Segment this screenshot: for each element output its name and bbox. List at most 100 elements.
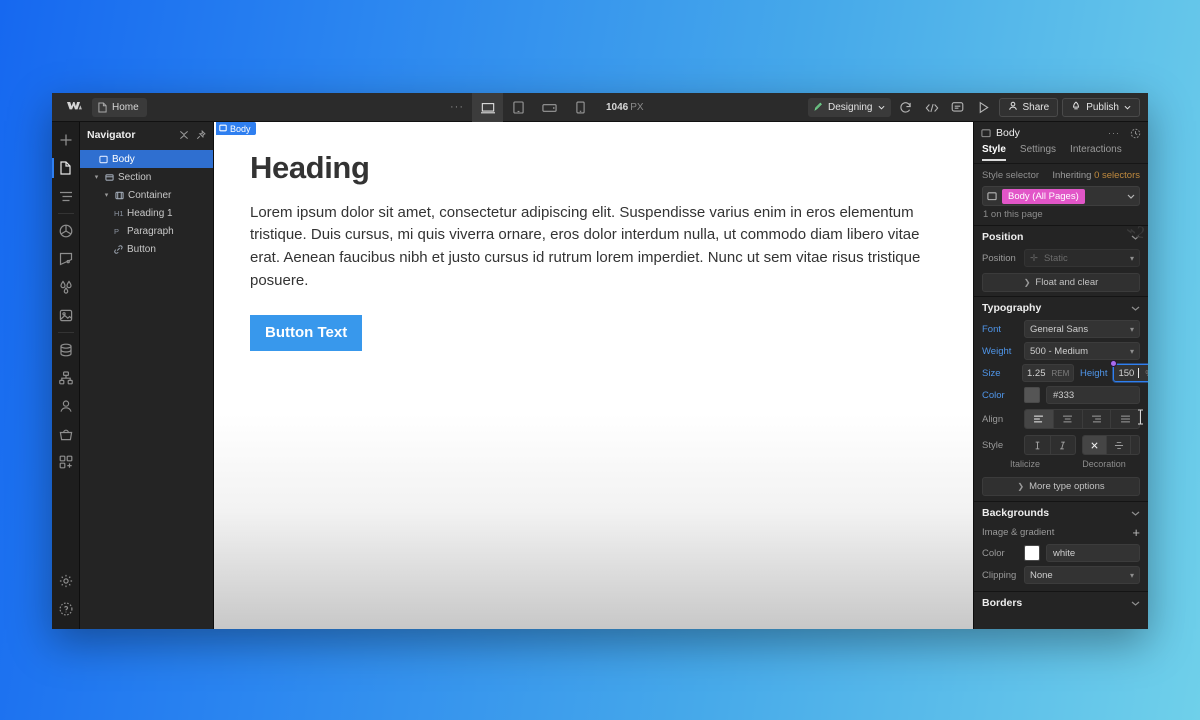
breakpoint-mobile-landscape[interactable] xyxy=(534,93,565,122)
section-position-header[interactable]: Position xyxy=(974,225,1148,247)
text-color-swatch[interactable] xyxy=(1024,387,1040,403)
line-height-input[interactable]: 150 % xyxy=(1110,360,1148,382)
rail-divider xyxy=(57,332,74,333)
canvas-heading[interactable]: Heading xyxy=(250,150,923,186)
position-select[interactable]: ✛ Static ▾ xyxy=(1024,249,1140,267)
comment-icon[interactable] xyxy=(947,97,969,119)
publish-button[interactable]: Publish xyxy=(1062,98,1140,117)
rail-item-style-manager[interactable] xyxy=(53,245,79,273)
rail-item-assets[interactable] xyxy=(53,301,79,329)
style-panel-scroll[interactable]: Style selector Inheriting 0 selectors Bo… xyxy=(974,164,1148,629)
rail-item-add-elements[interactable] xyxy=(53,126,79,154)
chevron-down-icon[interactable] xyxy=(1131,508,1140,519)
rail-item-users[interactable] xyxy=(53,392,79,420)
weight-select[interactable]: 500 - Medium ▾ xyxy=(1024,342,1140,360)
canvas-paragraph[interactable]: Lorem ipsum dolor sit amet, consectetur … xyxy=(250,202,923,293)
navigator-title: Navigator xyxy=(87,129,136,141)
text-color-value: #333 xyxy=(1053,389,1075,401)
more-type-options-expander[interactable]: ❯ More type options xyxy=(982,477,1140,496)
rail-item-logic[interactable] xyxy=(53,364,79,392)
float-and-clear-expander[interactable]: ❯ Float and clear xyxy=(982,273,1140,292)
rail-item-cms[interactable] xyxy=(53,336,79,364)
plus-icon[interactable]: + xyxy=(1132,526,1140,539)
tree-item-button[interactable]: Button xyxy=(80,240,213,258)
font-select[interactable]: General Sans ▾ xyxy=(1024,320,1140,338)
rail-item-navigator[interactable] xyxy=(53,182,79,210)
tree-item-section[interactable]: ▾ Section xyxy=(80,168,213,186)
position-value: Static xyxy=(1043,252,1068,264)
sync-icon[interactable] xyxy=(1130,128,1141,139)
rail-item-ecommerce[interactable] xyxy=(53,420,79,448)
tree-item-paragraph[interactable]: P Paragraph xyxy=(80,222,213,240)
section-backgrounds-header[interactable]: Backgrounds xyxy=(974,501,1148,523)
align-left-icon[interactable] xyxy=(1025,410,1054,428)
chevron-down-icon[interactable] xyxy=(1131,303,1140,314)
canvas-button[interactable]: Button Text xyxy=(250,314,363,351)
chevron-down-icon[interactable]: ▾ xyxy=(102,191,111,199)
top-bar: Home ··· 1046 PX Designing Share Publish xyxy=(52,93,1148,122)
clipping-select[interactable]: None ▾ xyxy=(1024,566,1140,584)
breakpoint-mobile-portrait[interactable] xyxy=(565,93,596,122)
webflow-logo-icon[interactable] xyxy=(58,101,92,113)
breakpoint-tablet[interactable] xyxy=(503,93,534,122)
chevron-down-icon[interactable]: ▾ xyxy=(92,173,101,181)
tree-item-container[interactable]: ▾ Container xyxy=(80,186,213,204)
design-canvas[interactable]: Body Heading Lorem ipsum dolor sit amet,… xyxy=(214,122,973,629)
upright-icon[interactable] xyxy=(1025,436,1051,454)
topbar-overflow-dots[interactable]: ··· xyxy=(450,101,464,113)
underline-icon[interactable] xyxy=(1131,436,1139,454)
pin-icon[interactable] xyxy=(196,130,206,140)
font-size-input[interactable]: 1.25 REM xyxy=(1022,364,1074,382)
chevron-down-icon[interactable] xyxy=(1131,232,1140,243)
element-tag-p: P xyxy=(114,226,120,236)
breakpoint-desktop[interactable] xyxy=(472,93,503,122)
line-height-unit[interactable]: % xyxy=(1145,369,1148,378)
page-chip[interactable]: Home xyxy=(92,97,147,117)
tab-settings[interactable]: Settings xyxy=(1020,144,1056,159)
element-tag-h1: H1 xyxy=(114,208,124,218)
align-center-icon[interactable] xyxy=(1054,410,1083,428)
tree-item-heading1[interactable]: H1 Heading 1 xyxy=(80,204,213,222)
body-icon xyxy=(987,191,997,201)
font-size-unit[interactable]: REM xyxy=(1052,369,1070,378)
italic-icon[interactable] xyxy=(1051,436,1076,454)
section-typography-header[interactable]: Typography xyxy=(974,296,1148,318)
align-right-icon[interactable] xyxy=(1083,410,1112,428)
align-justify-icon[interactable] xyxy=(1111,410,1139,428)
mode-selector[interactable]: Designing xyxy=(808,98,891,117)
chevron-down-icon[interactable] xyxy=(1131,598,1140,609)
section-position-title: Position xyxy=(982,231,1024,243)
rail-item-variables[interactable] xyxy=(53,273,79,301)
code-icon[interactable] xyxy=(921,97,943,119)
share-button[interactable]: Share xyxy=(998,98,1059,117)
text-color-input[interactable]: #333 xyxy=(1046,386,1140,404)
image-gradient-row[interactable]: Image & gradient + xyxy=(974,523,1148,542)
navigator-header: Navigator xyxy=(80,122,213,148)
refresh-icon[interactable] xyxy=(895,97,917,119)
font-value: General Sans xyxy=(1030,323,1089,335)
tab-interactions[interactable]: Interactions xyxy=(1070,144,1122,159)
no-decoration-icon[interactable] xyxy=(1083,436,1107,454)
class-selector-field[interactable]: Body (All Pages) xyxy=(982,186,1140,206)
share-label: Share xyxy=(1022,102,1050,113)
rail-item-settings[interactable] xyxy=(53,567,79,595)
tree-item-body[interactable]: Body xyxy=(80,150,213,168)
background-color-swatch[interactable] xyxy=(1024,545,1040,561)
more-dots-icon[interactable]: ··· xyxy=(1108,128,1120,138)
canvas-width-indicator[interactable]: 1046 PX xyxy=(606,102,644,113)
section-borders-header[interactable]: Borders xyxy=(974,591,1148,613)
rail-item-components[interactable] xyxy=(53,217,79,245)
tab-style[interactable]: Style xyxy=(982,144,1006,161)
rail-item-apps[interactable] xyxy=(53,448,79,476)
inheriting-count: 0 selectors xyxy=(1094,170,1140,181)
chevron-down-icon[interactable] xyxy=(1127,194,1135,199)
pen-icon xyxy=(814,102,823,114)
background-color-input[interactable]: white xyxy=(1046,544,1140,562)
rail-item-help[interactable] xyxy=(53,595,79,623)
strikethrough-icon[interactable] xyxy=(1107,436,1131,454)
rail-divider xyxy=(57,213,74,214)
preview-play-icon[interactable] xyxy=(973,97,995,119)
class-name-pill[interactable]: Body (All Pages) xyxy=(1002,188,1085,204)
collapse-icon[interactable] xyxy=(179,130,189,140)
rail-item-pages[interactable] xyxy=(52,154,79,182)
